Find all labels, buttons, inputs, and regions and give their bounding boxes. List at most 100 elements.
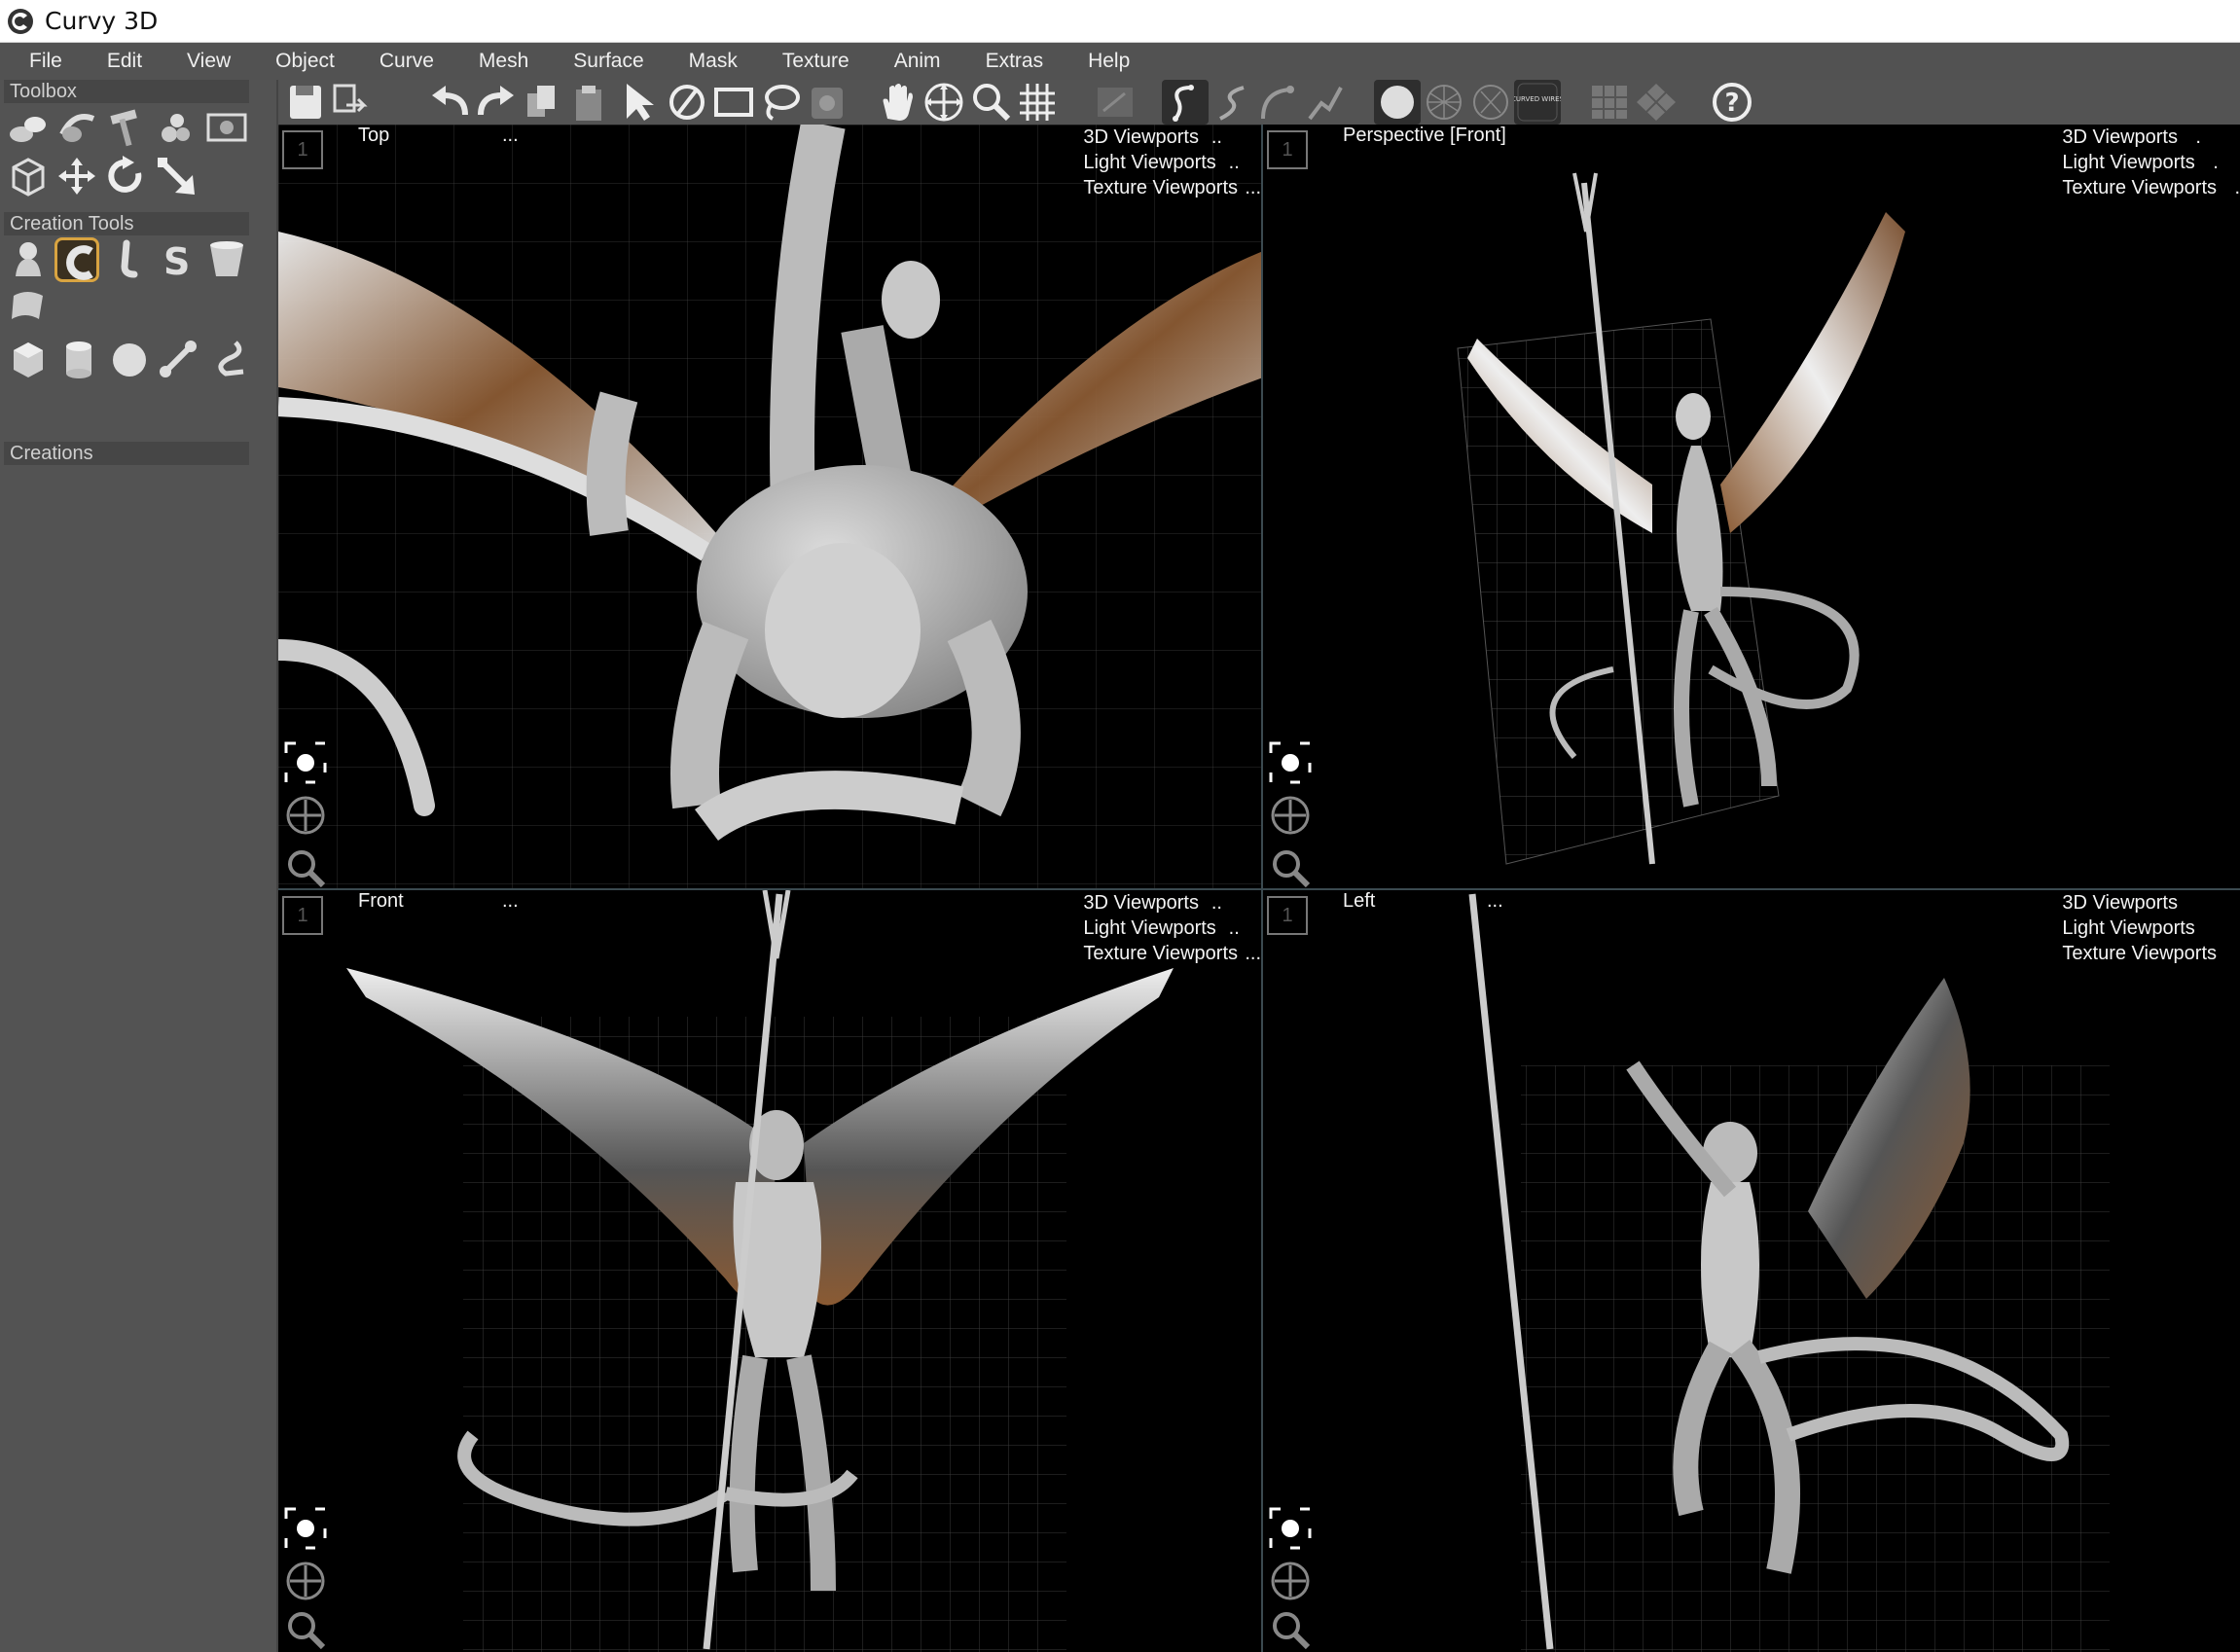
viewport-top[interactable]: 1 Top ... 3D Viewports.. Light Viewports… [278,125,1263,890]
spheres-icon[interactable] [154,105,199,150]
deselect-icon[interactable] [664,80,710,125]
orbit-view-icon[interactable] [282,1558,329,1604]
bowl-shape-icon[interactable] [204,237,249,282]
sculpt-blob-icon[interactable] [6,237,51,282]
orbit-icon[interactable] [921,80,967,125]
menu-anim[interactable]: Anim [865,50,957,73]
menu-light-viewports[interactable]: Light Viewports [2062,152,2194,173]
curve-edit-icon[interactable] [1255,80,1302,125]
help-icon[interactable]: ? [1709,80,1755,125]
zoom-view-icon[interactable] [282,1606,329,1652]
export-icon[interactable] [329,80,376,125]
viewport-menu: 3D Viewports Light Viewports Texture Vie… [2062,890,2240,966]
viewport-name[interactable]: Left [1343,890,1375,913]
cylinder-primitive-icon[interactable] [56,337,101,381]
orbit-view-icon[interactable] [1267,1558,1314,1604]
zoom-icon[interactable] [967,80,1014,125]
center-view-icon[interactable] [1267,1505,1314,1552]
zoom-view-icon[interactable] [282,844,329,888]
menu-edit[interactable]: Edit [78,50,158,73]
viewport-number[interactable]: 1 [1267,896,1308,935]
menu-3d-viewports[interactable]: 3D Viewports [2062,892,2178,914]
hammer-icon[interactable] [103,105,148,150]
center-view-icon[interactable] [282,1505,329,1552]
flag-surface-icon[interactable] [6,286,51,331]
viewport-name[interactable]: Front [358,890,404,913]
create-objects-icon[interactable] [6,105,51,150]
menu-texture-viewports[interactable]: Texture Viewports [1083,943,1238,964]
menu-texture-viewports[interactable]: Texture Viewports [2062,177,2217,198]
viewport-name[interactable]: Top [358,125,389,147]
flat-shading-icon[interactable] [1467,80,1514,125]
menu-light-viewports[interactable]: Light Viewports [2062,917,2194,939]
menu-view[interactable]: View [158,50,246,73]
curve-draw-icon[interactable] [1162,80,1209,125]
rotate-tool-icon[interactable] [103,154,148,198]
wireframe-shading-icon[interactable] [1421,80,1467,125]
center-view-icon[interactable] [282,739,329,786]
grid-toggle-icon[interactable] [1014,80,1061,125]
smooth-shading-icon[interactable] [1374,80,1421,125]
menu-curve[interactable]: Curve [350,50,450,73]
mask-select-icon[interactable] [804,80,850,125]
cube-primitive-icon[interactable] [6,337,51,381]
bone-primitive-icon[interactable] [156,337,200,381]
viewport-perspective[interactable]: 1 Perspective [Front] 3D Viewports. Ligh… [1263,125,2240,890]
menu-surface[interactable]: Surface [544,50,659,73]
center-view-icon[interactable] [1267,739,1314,786]
select-arrow-icon[interactable] [617,80,664,125]
lasso-select-icon[interactable] [757,80,804,125]
viewport-left[interactable]: 1 Left ... 3D Viewports Light Viewports … [1263,890,2240,1652]
menu-texture-viewports[interactable]: Texture Viewports [1083,177,1238,198]
viewport-number[interactable]: 1 [1267,130,1308,169]
orbit-view-icon[interactable] [1267,792,1314,839]
zoom-view-icon[interactable] [1267,1606,1314,1652]
viewport-number[interactable]: 1 [282,130,323,169]
save-icon[interactable] [282,80,329,125]
curve-straight-icon[interactable] [1209,80,1255,125]
tube-curve-primitive-icon[interactable] [206,337,251,381]
paste-icon[interactable] [566,80,613,125]
grid-perspective-icon[interactable] [1633,80,1680,125]
image-plane-icon[interactable] [204,105,249,150]
curved-wires-icon[interactable]: CURVED WIRES [1514,80,1561,125]
viewport-name[interactable]: Perspective [Front] [1343,125,1506,147]
curved-tube-tool-icon[interactable] [54,237,99,282]
pan-hand-icon[interactable] [874,80,921,125]
scale-tool-icon[interactable] [154,154,199,198]
menu-extras[interactable]: Extras [957,50,1060,73]
menu-texture[interactable]: Texture [753,50,865,73]
orbit-view-icon[interactable] [282,792,329,839]
viewport-options-dots[interactable]: ... [1487,890,1503,913]
lathe-icon[interactable] [54,105,99,150]
sphere-primitive-icon[interactable] [107,337,152,381]
menu-light-viewports[interactable]: Light Viewports [1083,152,1215,173]
zoom-view-icon[interactable] [1267,844,1314,888]
viewport-options-dots[interactable]: ... [502,125,519,147]
menu-help[interactable]: Help [1059,50,1145,73]
view-cube-icon[interactable] [6,154,51,198]
menu-light-viewports[interactable]: Light Viewports [1083,917,1215,939]
menu-mask[interactable]: Mask [660,50,753,73]
copy-icon[interactable] [520,80,566,125]
undo-icon[interactable] [426,80,473,125]
redo-icon[interactable] [473,80,520,125]
menu-3d-viewports[interactable]: 3D Viewports [2062,126,2178,148]
rectangle-select-icon[interactable] [710,80,757,125]
curve-bend-icon[interactable] [1302,80,1349,125]
viewport-options-dots[interactable]: ... [502,890,519,913]
menu-texture-viewports[interactable]: Texture Viewports [2062,943,2217,964]
camera-edit-icon[interactable] [1092,80,1138,125]
grid-plane-icon[interactable] [1586,80,1633,125]
menu-bar: File Edit View Object Curve Mesh Surface… [0,43,2240,80]
menu-3d-viewports[interactable]: 3D Viewports [1083,892,1199,914]
bent-tube-icon[interactable] [105,237,150,282]
viewport-number[interactable]: 1 [282,896,323,935]
menu-mesh[interactable]: Mesh [450,50,544,73]
menu-file[interactable]: File [0,50,78,73]
spiral-s-icon[interactable]: S [154,237,199,282]
menu-3d-viewports[interactable]: 3D Viewports [1083,126,1199,148]
menu-object[interactable]: Object [246,50,350,73]
viewport-front[interactable]: 1 Front ... 3D Viewports.. Light Viewpor… [278,890,1263,1652]
move-tool-icon[interactable] [54,154,99,198]
